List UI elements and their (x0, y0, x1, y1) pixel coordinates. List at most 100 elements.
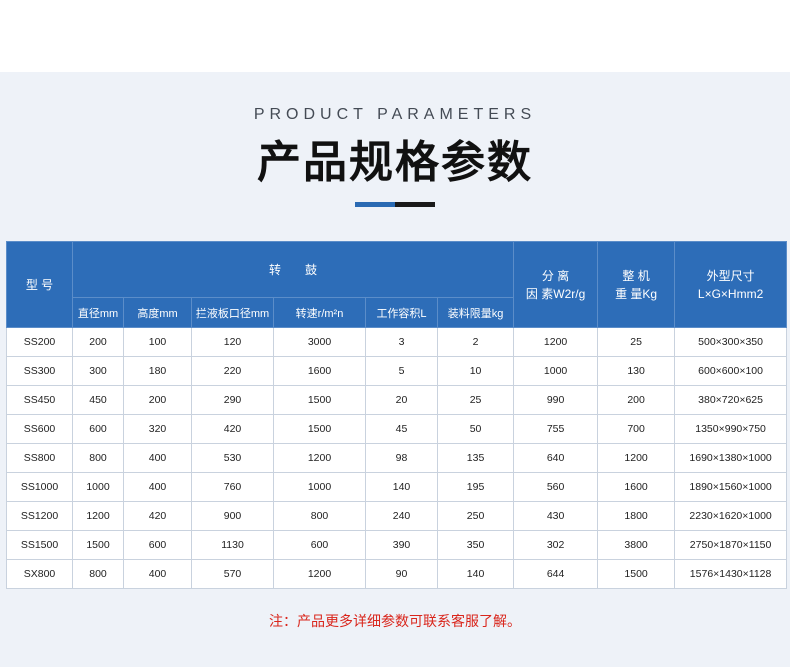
spec-table: 型 号 转 鼓 分 离 因 素W2r/g 整 机 重 量Kg 外型尺寸 L×G×… (6, 241, 788, 589)
cell-diameter: 800 (72, 559, 124, 589)
header-model: 型 号 (6, 241, 73, 328)
cell-machine-weight: 1500 (597, 559, 676, 589)
cell-model: SS1000 (6, 472, 73, 502)
cell-separation-factor: 1200 (513, 327, 599, 357)
cell-dimensions: 380×720×625 (674, 385, 788, 415)
subheader-load-limit: 装料限量kg (436, 297, 515, 328)
cell-separation-factor: 640 (513, 443, 599, 473)
cell-model: SS1200 (6, 501, 73, 531)
cell-baffle-diameter: 760 (191, 472, 274, 502)
cell-dimensions: 1690×1380×1000 (674, 443, 788, 473)
section-subtitle: PRODUCT PARAMETERS (253, 106, 537, 123)
subheader-speed: 转速r/m²n (273, 297, 366, 328)
cell-speed: 1600 (273, 356, 366, 386)
cell-load-limit: 195 (436, 472, 515, 502)
cell-diameter: 200 (72, 327, 124, 357)
cell-baffle-diameter: 900 (191, 501, 274, 531)
table-body: SS200 200 100 120 3000 3 2 1200 25 500×300×350 SS3… (6, 327, 788, 589)
cell-separation-factor: 755 (513, 414, 599, 444)
cell-working-volume: 390 (365, 530, 438, 560)
cell-speed: 1200 (273, 443, 366, 473)
cell-speed: 1500 (273, 414, 366, 444)
cell-machine-weight: 3800 (597, 530, 676, 560)
cell-model: SS800 (6, 443, 73, 473)
header-separation-line1: 分 离 (541, 268, 570, 283)
cell-diameter: 600 (72, 414, 124, 444)
divider-blue-segment (355, 202, 395, 207)
cell-height: 180 (123, 356, 192, 386)
cell-height: 200 (123, 385, 192, 415)
cell-model: SS1500 (6, 530, 73, 560)
cell-separation-factor: 644 (513, 559, 599, 589)
header-separation-line2: 因 素W2r/g (525, 286, 586, 301)
cell-load-limit: 2 (436, 327, 515, 357)
cell-load-limit: 10 (436, 356, 515, 386)
cell-working-volume: 90 (365, 559, 438, 589)
header-dimensions-line1: 外型尺寸 (706, 268, 755, 283)
cell-height: 600 (123, 530, 192, 560)
cell-baffle-diameter: 420 (191, 414, 274, 444)
cell-height: 400 (123, 559, 192, 589)
header-separation-factor: 分 离 因 素W2r/g (513, 241, 599, 328)
cell-baffle-diameter: 120 (191, 327, 274, 357)
cell-baffle-diameter: 570 (191, 559, 274, 589)
cell-separation-factor: 990 (513, 385, 599, 415)
cell-height: 400 (123, 443, 192, 473)
cell-model: SS300 (6, 356, 73, 386)
subheader-working-volume: 工作容积L (365, 297, 438, 328)
cell-baffle-diameter: 290 (191, 385, 274, 415)
cell-speed: 1200 (273, 559, 366, 589)
table-row: SS200 200 100 120 3000 3 2 1200 25 500×300×350 (6, 327, 788, 357)
cell-separation-factor: 560 (513, 472, 599, 502)
cell-dimensions: 1350×990×750 (674, 414, 788, 444)
contact-note: 注：产品更多详细参数可联系客服了解。 (269, 614, 521, 630)
table-row: SS300 300 180 220 1600 5 10 1000 130 600×600×100 (6, 356, 788, 386)
table-row: SS600 600 320 420 1500 45 50 755 700 1350×990×750 (6, 414, 788, 444)
table-header-row: 型 号 转 鼓 分 离 因 素W2r/g 整 机 重 量Kg 外型尺寸 L×G×… (6, 241, 788, 328)
cell-dimensions: 1576×1430×1128 (674, 559, 788, 589)
subheader-height: 高度mm (123, 297, 192, 328)
cell-baffle-diameter: 1130 (191, 530, 274, 560)
header-weight-line2: 重 量Kg (615, 286, 658, 301)
cell-height: 100 (123, 327, 192, 357)
cell-load-limit: 140 (436, 559, 515, 589)
cell-model: SX800 (6, 559, 73, 589)
cell-diameter: 300 (72, 356, 124, 386)
cell-load-limit: 250 (436, 501, 515, 531)
cell-machine-weight: 25 (597, 327, 676, 357)
table-row: SX800 800 400 570 1200 90 140 644 1500 1576×1430×… (6, 559, 788, 589)
subheader-diameter: 直径mm (72, 297, 124, 328)
cell-working-volume: 45 (365, 414, 438, 444)
cell-working-volume: 3 (365, 327, 438, 357)
cell-height: 400 (123, 472, 192, 502)
cell-machine-weight: 1200 (597, 443, 676, 473)
cell-speed: 3000 (273, 327, 366, 357)
cell-model: SS450 (6, 385, 73, 415)
divider-dark-segment (395, 202, 435, 207)
header-machine-weight: 整 机 重 量Kg (597, 241, 676, 328)
cell-machine-weight: 200 (597, 385, 676, 415)
header-drum: 转 鼓 (71, 241, 515, 298)
cell-dimensions: 2230×1620×1000 (674, 501, 788, 531)
cell-dimensions: 2750×1870×1150 (674, 530, 788, 560)
table-row: SS1000 1000 400 760 1000 140 195 560 1600 1890×15… (6, 472, 788, 502)
cell-load-limit: 25 (436, 385, 515, 415)
cell-working-volume: 5 (365, 356, 438, 386)
cell-diameter: 800 (72, 443, 124, 473)
cell-speed: 600 (273, 530, 366, 560)
cell-height: 320 (123, 414, 192, 444)
cell-load-limit: 135 (436, 443, 515, 473)
header-dimensions-line2: L×G×Hmm2 (697, 286, 764, 301)
cell-working-volume: 98 (365, 443, 438, 473)
cell-speed: 800 (273, 501, 366, 531)
cell-separation-factor: 1000 (513, 356, 599, 386)
section-title: 产品规格参数 (257, 137, 533, 188)
cell-height: 420 (123, 501, 192, 531)
table-row: SS1200 1200 420 900 800 240 250 430 1800 2230×162… (6, 501, 788, 531)
header-weight-line1: 整 机 (622, 268, 650, 283)
cell-model: SS600 (6, 414, 73, 444)
cell-working-volume: 140 (365, 472, 438, 502)
cell-baffle-diameter: 220 (191, 356, 274, 386)
cell-separation-factor: 430 (513, 501, 599, 531)
cell-baffle-diameter: 530 (191, 443, 274, 473)
